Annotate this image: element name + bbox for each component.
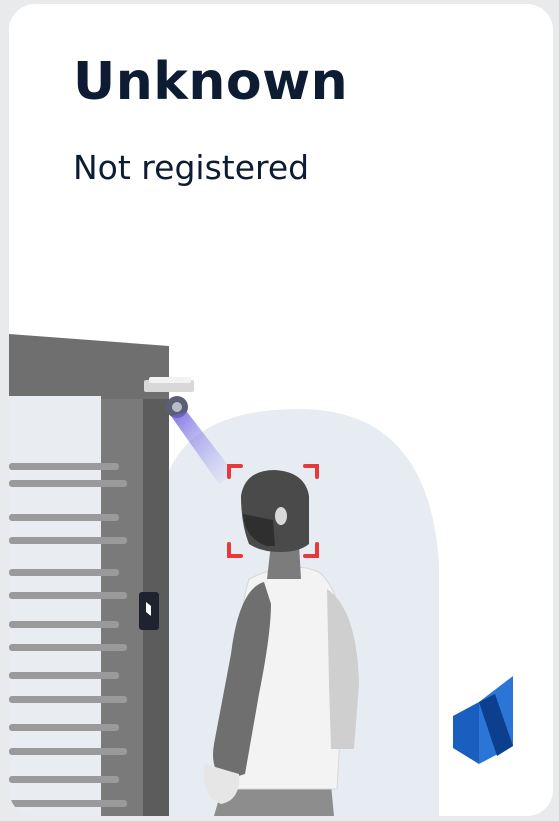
turnstile-gate bbox=[9, 334, 169, 816]
status-card: Unknown Not registered bbox=[9, 4, 553, 816]
blue-n-logo-icon bbox=[453, 676, 513, 764]
turnstile-illustration bbox=[9, 334, 513, 816]
